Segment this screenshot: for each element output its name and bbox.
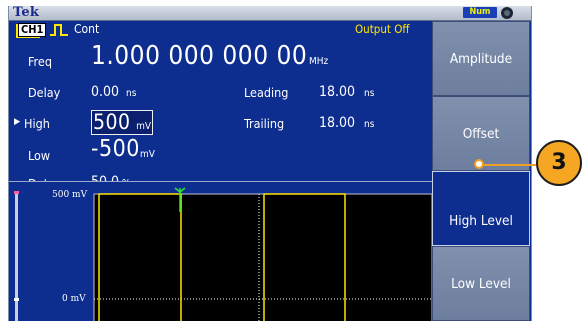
softkey-label: Low Level: [451, 275, 511, 292]
pulse-waveform-icon: [50, 24, 68, 36]
low-label: Low: [28, 148, 51, 163]
high-unit: mV: [136, 121, 152, 132]
leading-label: Leading: [244, 85, 289, 100]
high-value-edit-box[interactable]: 500 mV: [91, 110, 154, 135]
level-marker-zero: [14, 298, 19, 301]
leading-unit: ns: [364, 88, 375, 99]
instrument-screen: Tek Num CH1 Cont Output Off Freq 1.000 0…: [8, 6, 532, 321]
delay-label: Delay: [28, 85, 61, 100]
freq-label: Freq: [28, 54, 52, 69]
freq-value[interactable]: 1.000 000 000 00: [91, 41, 307, 71]
level-marker-bar: [15, 193, 18, 321]
waveform-zero-label: 0 mV: [62, 294, 86, 304]
high-label: High: [24, 116, 50, 131]
low-unit: mV: [140, 149, 155, 160]
brand-logo: Tek: [13, 6, 40, 20]
level-marker-top: [14, 191, 19, 194]
delay-value[interactable]: 0.00: [91, 84, 119, 100]
high-value[interactable]: 500: [93, 110, 131, 134]
channel-label[interactable]: CH1: [18, 23, 47, 37]
leading-value[interactable]: 18.00: [319, 84, 355, 100]
softkey-label: High Level: [449, 212, 513, 229]
selection-arrow-icon: ▶: [14, 117, 21, 127]
run-mode: Cont: [74, 22, 100, 36]
softkey-low-level[interactable]: Low Level: [432, 246, 530, 321]
parameter-panel: CH1 Cont Output Off Freq 1.000 000 000 0…: [9, 21, 432, 191]
waveform-top-label: 500 mV: [52, 190, 88, 200]
output-status: Output Off: [355, 22, 410, 36]
trailing-unit: ns: [364, 119, 375, 130]
callout-leader-line: [480, 164, 536, 166]
trailing-label: Trailing: [244, 116, 285, 131]
softkey-amplitude[interactable]: Amplitude: [432, 21, 530, 96]
trailing-value[interactable]: 18.00: [319, 115, 355, 131]
waveform-display: 500 mV 0 mV: [9, 181, 432, 321]
status-bar: Tek Num: [9, 6, 531, 21]
softkey-label: Amplitude: [449, 50, 513, 67]
plot-area: [94, 194, 432, 321]
num-lock-indicator: Num: [463, 7, 497, 18]
low-value[interactable]: -500: [91, 136, 140, 162]
softkey-high-level[interactable]: High Level: [432, 171, 530, 246]
softkey-label: Offset: [462, 125, 500, 142]
softkey-menu: Amplitude Offset High Level Low Level: [432, 21, 531, 321]
callout-pointer-dot: [474, 159, 484, 169]
freq-unit: MHz: [309, 56, 329, 67]
callout-number: 3: [536, 140, 582, 186]
delay-unit: ns: [126, 88, 137, 99]
status-ball-icon: [501, 7, 513, 19]
